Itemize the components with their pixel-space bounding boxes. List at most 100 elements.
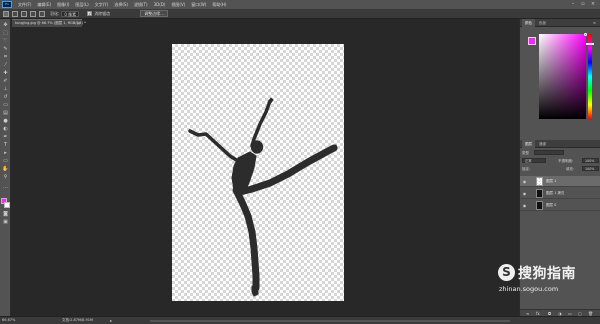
layer-thumbnail [536, 201, 543, 210]
layer-name[interactable]: 图层 1 拷贝 [546, 188, 564, 199]
opacity-input[interactable]: 100% [582, 158, 599, 163]
horizontal-scrollbar[interactable] [150, 320, 510, 322]
color-panel [520, 28, 600, 140]
quick-mask-icon[interactable]: ◙ [2, 211, 9, 218]
menu-window[interactable]: 窗口(W) [191, 2, 206, 8]
history-brush-tool-icon[interactable]: ↺ [2, 94, 9, 101]
foreground-swatch[interactable] [528, 37, 536, 45]
layer-name[interactable]: 图层 1 [546, 176, 556, 187]
lasso-tool-icon[interactable]: ➰ [2, 38, 9, 45]
menu-file[interactable]: 文件(F) [18, 2, 31, 8]
crop-tool-icon[interactable]: ⌗ [2, 54, 9, 61]
app-logo-icon: Ps [2, 1, 12, 8]
layer-row[interactable]: ◉ 图层 1 [520, 176, 600, 187]
color-field-marker[interactable] [584, 33, 587, 36]
visibility-eye-icon[interactable]: ◉ [522, 191, 527, 196]
close-tab-icon[interactable]: × [77, 20, 80, 27]
new-layer-icon[interactable]: ▢ [578, 310, 582, 317]
layer-row[interactable]: ◉ 图层 1 拷贝 [520, 188, 600, 199]
hue-slider-handle[interactable] [586, 43, 594, 45]
adjustment-layer-icon[interactable]: ◑ [558, 310, 562, 317]
antialias-label: 消除锯齿 [94, 10, 111, 16]
minimize-icon[interactable]: – [570, 1, 576, 7]
document-tab-title: tongjing.jpg @ 66.7% (图层 1, RGB/8#) * [15, 21, 86, 25]
color-panel-tabs: 颜色 色板 ≡ [520, 19, 600, 27]
move-tool-icon[interactable]: ✥ [2, 22, 9, 29]
layers-footer: ∞ fx ◘ ◑ ▭ ▢ 🗑 [520, 309, 600, 316]
zoom-level[interactable]: 66.67% [2, 318, 15, 322]
sogou-logo-icon: S [498, 264, 515, 281]
healing-brush-tool-icon[interactable]: ✚ [2, 70, 9, 77]
subtract-selection-icon[interactable] [30, 10, 36, 17]
menu-image[interactable]: 图像(I) [57, 2, 69, 8]
layer-filter-select[interactable] [534, 150, 564, 155]
zoom-tool-icon[interactable]: ⚲ [2, 174, 9, 181]
menu-help[interactable]: 帮助(H) [212, 2, 226, 8]
blend-mode-select[interactable]: 正常 [522, 158, 546, 163]
screen-mode-icon[interactable]: ▣ [2, 219, 9, 226]
menu-view[interactable]: 视图(V) [171, 2, 185, 8]
document-canvas[interactable] [172, 44, 344, 301]
layer-row[interactable]: ◉ 图层 0 [520, 200, 600, 211]
color-picker-field[interactable] [539, 34, 586, 119]
feather-label: 羽化: [50, 10, 60, 16]
new-group-icon[interactable]: ▭ [568, 310, 572, 317]
menu-bar: Ps 文件(F) 编辑(E) 图像(I) 图层(L) 文字(Y) 选择(S) 滤… [0, 0, 600, 9]
panel-menu-icon[interactable]: ≡ [590, 19, 599, 27]
hand-tool-icon[interactable]: ✋ [2, 166, 9, 173]
options-bar: 羽化: 0 像素 ✓ 消除锯齿 调整边缘... [0, 9, 600, 19]
antialias-checkbox[interactable]: ✓ [87, 11, 93, 16]
new-selection-icon[interactable] [12, 10, 18, 17]
menu-edit[interactable]: 编辑(E) [37, 2, 51, 8]
tab-layers[interactable]: 图层 [522, 140, 535, 148]
more-tools-icon[interactable]: … [2, 184, 9, 191]
eyedropper-tool-icon[interactable]: ⁄ [2, 62, 9, 69]
document-info: 文档:2.87M/8.91M [62, 318, 93, 322]
type-tool-icon[interactable]: T [2, 142, 9, 149]
layer-style-icon[interactable]: fx [536, 310, 540, 317]
menu-3d[interactable]: 3D(D) [154, 2, 166, 7]
delete-layer-icon[interactable]: 🗑 [588, 310, 593, 317]
hue-slider[interactable] [588, 34, 592, 119]
status-bar: 66.67% 文档:2.87M/8.91M ▸ [0, 316, 600, 324]
close-window-icon[interactable]: × [590, 1, 596, 7]
refine-edge-button[interactable]: 调整边缘... [140, 10, 169, 17]
marquee-tool-icon[interactable]: ⬚ [2, 30, 9, 37]
tools-panel: ✥ ⬚ ➰ ✎ ⌗ ⁄ ✚ ✐ ⊥ ↺ ▭ ▤ ● ◐ ✒ T ▸ ▭ ✋ ⚲ … [0, 19, 11, 316]
gradient-tool-icon[interactable]: ▤ [2, 110, 9, 117]
tab-swatches[interactable]: 色板 [536, 19, 549, 27]
layer-thumbnail [536, 177, 543, 186]
eraser-tool-icon[interactable]: ▭ [2, 102, 9, 109]
add-mask-icon[interactable]: ◘ [548, 310, 551, 317]
menu-layer[interactable]: 图层(L) [75, 2, 88, 8]
background-color-swatch[interactable] [4, 202, 10, 208]
restore-icon[interactable]: ▫ [580, 1, 586, 7]
menu-filter[interactable]: 滤镜(T) [134, 2, 148, 8]
intersect-selection-icon[interactable] [39, 10, 45, 17]
pen-tool-icon[interactable]: ✒ [2, 134, 9, 141]
link-layers-icon[interactable]: ∞ [526, 310, 529, 317]
menu-select[interactable]: 选择(S) [114, 2, 128, 8]
lock-label: 锁定: [522, 167, 531, 171]
path-select-tool-icon[interactable]: ▸ [2, 150, 9, 157]
marquee-tool-icon[interactable] [3, 10, 9, 17]
feather-input[interactable]: 0 像素 [61, 10, 80, 17]
status-menu-icon[interactable]: ▸ [110, 318, 112, 323]
dodge-tool-icon[interactable]: ◐ [2, 126, 9, 133]
shape-tool-icon[interactable]: ▭ [2, 158, 9, 165]
opacity-label: 不透明度: [558, 159, 574, 163]
tab-color[interactable]: 颜色 [522, 19, 535, 27]
blur-tool-icon[interactable]: ● [2, 118, 9, 125]
document-tab[interactable]: tongjing.jpg @ 66.7% (图层 1, RGB/8#) * × [12, 19, 86, 27]
fill-input[interactable]: 100% [582, 166, 599, 171]
clone-stamp-tool-icon[interactable]: ⊥ [2, 86, 9, 93]
menu-type[interactable]: 文字(Y) [95, 2, 109, 8]
visibility-eye-icon[interactable]: ◉ [522, 203, 527, 208]
brush-tool-icon[interactable]: ✐ [2, 78, 9, 85]
quick-select-tool-icon[interactable]: ✎ [2, 46, 9, 53]
add-selection-icon[interactable] [21, 10, 27, 17]
tab-channels[interactable]: 通道 [536, 140, 549, 148]
visibility-eye-icon[interactable]: ◉ [522, 179, 527, 184]
layer-name[interactable]: 图层 0 [546, 200, 556, 211]
layers-panel-tabs: 图层 通道 [520, 140, 600, 148]
